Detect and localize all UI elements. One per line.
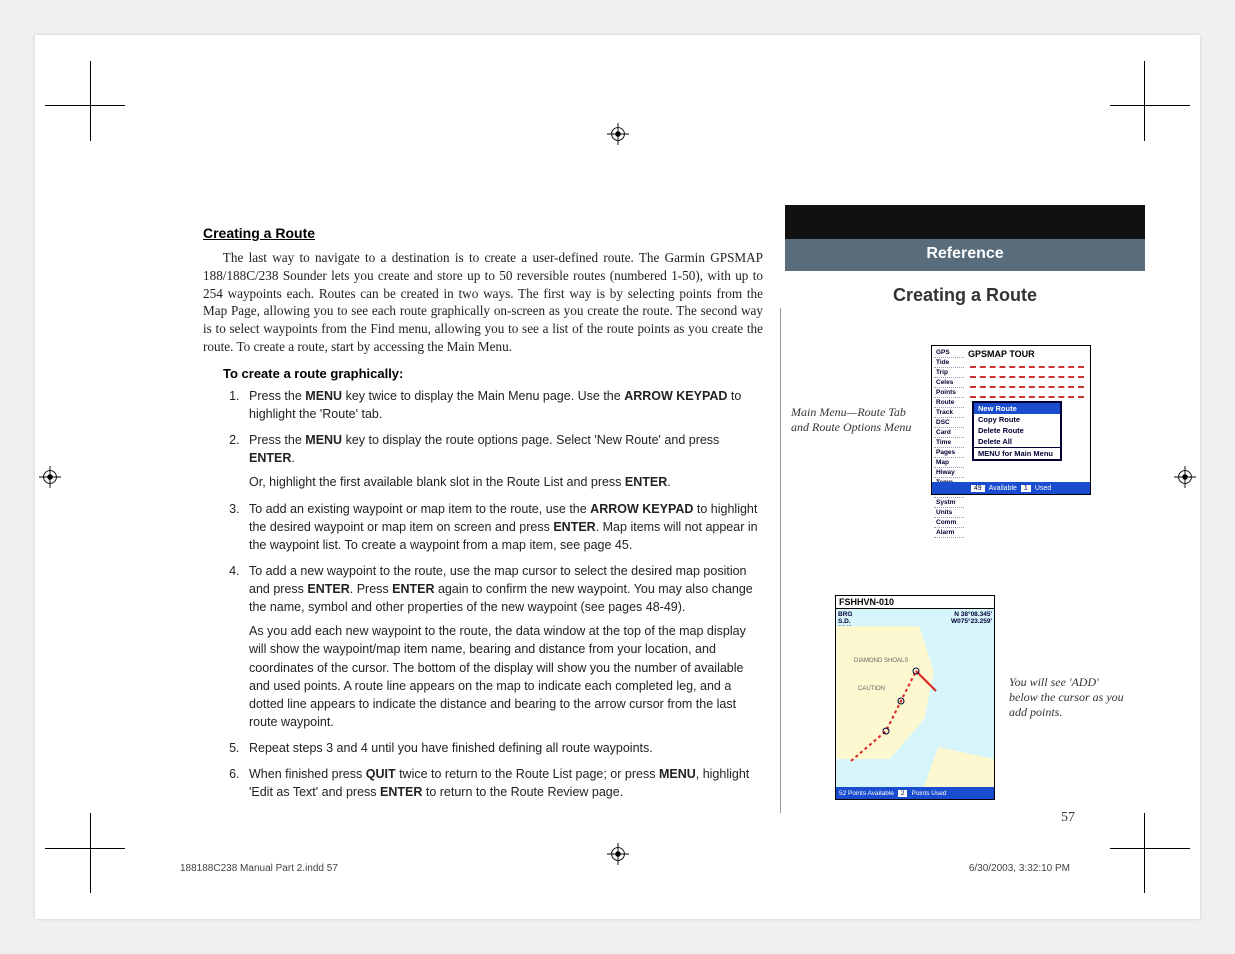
route-slots <box>970 362 1084 402</box>
step-2: Press the MENU key to display the route … <box>243 431 763 491</box>
main-content: Creating a Route The last way to navigat… <box>203 225 763 809</box>
map-coords: N 38°08.345' W075°23.259' <box>951 611 992 625</box>
menu-new-route: New Route <box>974 403 1060 414</box>
registration-mark-icon <box>39 466 61 488</box>
section-heading: Creating a Route <box>203 225 763 241</box>
timestamp: 6/30/2003, 3:32:10 PM <box>969 863 1070 874</box>
figure-1-caption: Main Menu—Route Tab and Route Options Me… <box>791 405 921 435</box>
route-title: GPSMAP TOUR <box>968 349 1035 359</box>
menu-tabs: GPSTideTrip CelesPointsRoute TrackDSCCar… <box>934 348 964 480</box>
menu-delete-route: Delete Route <box>974 425 1060 436</box>
options-menu: New Route Copy Route Delete Route Delete… <box>972 401 1062 461</box>
map-header: FSHHVN-010 <box>836 596 994 609</box>
steps-list: Press the MENU key twice to display the … <box>243 387 763 802</box>
document-footer: 188188C238 Manual Part 2.indd 57 6/30/20… <box>180 863 1070 874</box>
step-1: Press the MENU key twice to display the … <box>243 387 763 423</box>
step-6: When finished press QUIT twice to return… <box>243 765 763 801</box>
column-divider <box>780 308 781 813</box>
figure-2-caption: You will see 'ADD' below the cursor as y… <box>1009 675 1124 720</box>
crop-mark <box>45 105 125 185</box>
step-5: Repeat steps 3 and 4 until you have fini… <box>243 739 763 757</box>
crop-mark <box>1110 105 1190 185</box>
menu-main-menu: MENU for Main Menu <box>974 447 1060 459</box>
black-band <box>785 205 1145 239</box>
file-info: 188188C238 Manual Part 2.indd 57 <box>180 863 338 874</box>
intro-paragraph: The last way to navigate to a destinatio… <box>203 249 763 356</box>
map-status-bar: 52 Points Available 2 Points Used <box>836 787 994 799</box>
sidebar: Reference Creating a Route <box>785 205 1145 306</box>
figure-1: Main Menu—Route Tab and Route Options Me… <box>791 345 1141 495</box>
registration-mark-icon <box>1174 466 1196 488</box>
route-line-icon <box>846 646 956 766</box>
registration-mark-icon <box>607 123 629 145</box>
procedure-heading: To create a route graphically: <box>223 366 763 381</box>
crop-mark <box>45 769 125 849</box>
page-number: 57 <box>1061 810 1075 826</box>
status-bar: 49 Available 1 Used <box>932 482 1090 494</box>
step-3: To add an existing waypoint or map item … <box>243 500 763 554</box>
reference-band: Reference <box>785 239 1145 271</box>
menu-delete-all: Delete All <box>974 436 1060 447</box>
menu-copy-route: Copy Route <box>974 414 1060 425</box>
registration-mark-icon <box>607 843 629 865</box>
screenshot-main-menu: GPSTideTrip CelesPointsRoute TrackDSCCar… <box>931 345 1091 495</box>
figure-2: FSHHVN-010 BRG S.D. 004° N 38°08.345' W0… <box>835 595 1135 800</box>
screenshot-map: FSHHVN-010 BRG S.D. 004° N 38°08.345' W0… <box>835 595 995 800</box>
document-page: Creating a Route The last way to navigat… <box>35 35 1200 919</box>
sidebar-title: Creating a Route <box>785 285 1145 306</box>
step-4: To add a new waypoint to the route, use … <box>243 562 763 731</box>
